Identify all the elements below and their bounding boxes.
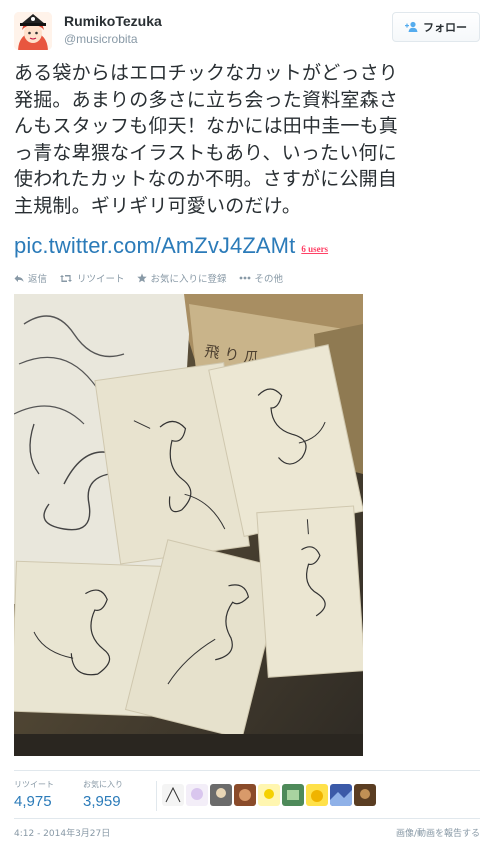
reply-icon <box>14 274 24 282</box>
follow-label: フォロー <box>423 21 467 34</box>
reply-action[interactable]: 返信 <box>14 271 47 285</box>
favoriter-avatar[interactable] <box>234 784 256 806</box>
avatar-image-7 <box>306 784 328 806</box>
tweet-line: んもスタッフも仰天！なかには田中圭一も真 <box>14 115 399 137</box>
favorite-count-label: お気に入り <box>83 780 123 789</box>
avatar-image-5 <box>258 784 280 806</box>
favoriter-avatar[interactable] <box>330 784 352 806</box>
favoriter-avatar[interactable] <box>258 784 280 806</box>
pic-link[interactable]: pic.twitter.com/AmZvJ4ZAMt <box>14 233 295 259</box>
tweet-link-row: pic.twitter.com/AmZvJ4ZAMt 6 users <box>14 231 328 259</box>
stats-separator <box>156 781 157 811</box>
favorite-stat[interactable]: お気に入り 3,959 <box>83 779 123 810</box>
avatar-image-2 <box>186 784 208 806</box>
avatar-image-6 <box>282 784 304 806</box>
add-user-icon <box>405 21 418 32</box>
tweet-line: 使われたカットなのか不明。さすがに公開自 <box>14 168 398 190</box>
tweet-line: ある袋からはエロチックなカットがどっさり <box>14 62 399 84</box>
tweet-line: 主規制。ギリギリ可愛いのだけ。 <box>14 194 302 217</box>
tweet-stats: リツイート 4,975 お気に入り 3,959 <box>14 779 480 813</box>
tweet-line: っ青な卑猥なイラストもあり、いったい何に <box>14 141 397 164</box>
star-icon <box>136 273 147 283</box>
avatar-image-1 <box>162 784 184 806</box>
favoriter-avatars <box>162 784 376 806</box>
favoriter-avatar[interactable] <box>354 784 376 806</box>
retweet-count: 4,975 <box>14 793 52 810</box>
retweet-stat[interactable]: リツイート 4,975 <box>14 779 54 810</box>
tweet-photo[interactable]: 飛 り 瓜 <box>14 294 363 756</box>
retweet-action[interactable]: リツイート <box>59 271 125 285</box>
favoriter-avatar[interactable] <box>210 784 232 806</box>
favoriter-avatar[interactable] <box>186 784 208 806</box>
favoriter-avatar[interactable] <box>282 784 304 806</box>
more-action[interactable]: その他 <box>239 271 284 285</box>
follow-button[interactable]: フォロー <box>392 12 480 42</box>
report-media-link[interactable]: 画像/動画を報告する <box>396 826 480 839</box>
tweet-text: ある袋からはエロチックなカットがどっさり 発掘。あまりの多さに立ち会った資料室森… <box>14 60 480 219</box>
user-name[interactable]: RumikoTezuka <box>64 13 162 29</box>
favorite-action[interactable]: お気に入りに登録 <box>136 271 227 285</box>
user-handle[interactable]: @musicrobita <box>64 32 138 46</box>
retweet-count-label: リツイート <box>14 780 54 789</box>
more-dots-icon <box>239 276 250 280</box>
sketch-cards-photo: 飛 り 瓜 <box>14 294 363 756</box>
favorite-label: お気に入りに登録 <box>150 274 227 285</box>
avatar-image-9 <box>354 784 376 806</box>
avatar-image-8 <box>330 784 352 806</box>
retweet-label: リツイート <box>77 274 125 285</box>
favoriter-avatar[interactable] <box>306 784 328 806</box>
retweet-icon <box>60 274 73 282</box>
tweet-actions: 返信 リツイート お気に入りに登録 その他 <box>14 270 283 286</box>
tweet-timestamp[interactable]: 4:12 - 2014年3月27日 <box>14 826 110 839</box>
users-badge[interactable]: 6 users <box>301 244 328 259</box>
favoriter-avatar[interactable] <box>162 784 184 806</box>
tweet-footer: 4:12 - 2014年3月27日 画像/動画を報告する <box>14 826 480 840</box>
tweet-header: RumikoTezuka @musicrobita フォロー <box>14 12 480 52</box>
favorite-count: 3,959 <box>83 793 121 810</box>
tweet-line: 発掘。あまりの多さに立ち会った資料室森さ <box>14 88 399 111</box>
divider-top <box>14 770 480 771</box>
avatar-image-4 <box>234 784 256 806</box>
user-avatar[interactable] <box>14 12 52 50</box>
avatar-illustration <box>14 12 52 50</box>
more-label: その他 <box>254 274 284 285</box>
divider-bottom <box>14 818 480 819</box>
avatar-image-3 <box>210 784 232 806</box>
reply-label: 返信 <box>28 274 48 285</box>
